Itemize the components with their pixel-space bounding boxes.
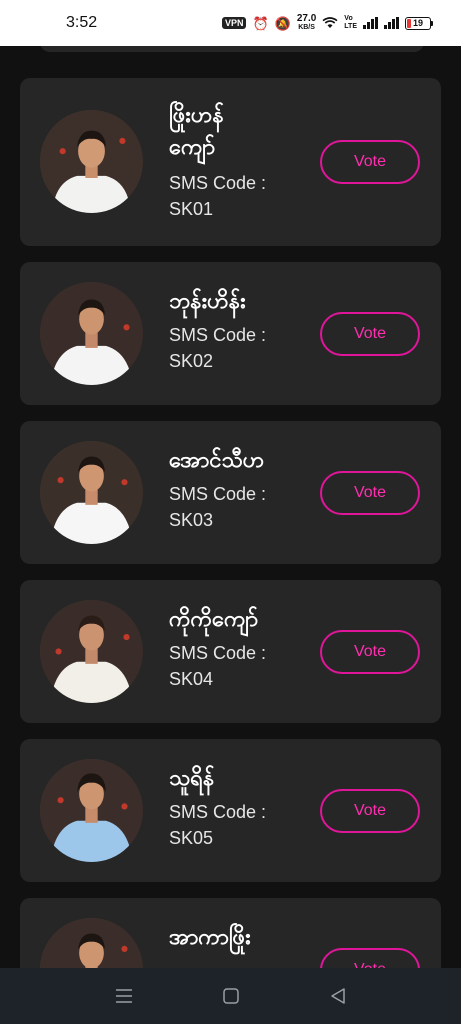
network-speed-unit: KB/S (298, 24, 315, 31)
contestant-photo (40, 759, 143, 862)
contestant-card: ဘုန်းဟိန်း SMS Code : SK02 Vote (20, 262, 441, 405)
contestant-name: သူရိန် (169, 766, 215, 791)
sms-code-value: SK04 (169, 669, 214, 689)
person-photo-icon (40, 110, 143, 213)
mute-icon: 🔕 (274, 15, 291, 31)
contestant-name: အောင်သီဟ (169, 448, 265, 473)
contestant-info: အောင်သီဟ SMS Code : SK03 (169, 445, 266, 533)
vote-button[interactable]: Vote (320, 789, 420, 833)
signal-icon-2 (384, 17, 399, 29)
wifi-icon (322, 17, 338, 28)
person-photo-icon (40, 282, 143, 385)
vote-button[interactable]: Vote (320, 630, 420, 674)
sms-code-value: SK01 (169, 199, 214, 219)
vote-button[interactable]: Vote (320, 312, 420, 356)
contestant-photo (40, 110, 143, 213)
contestant-name: ကိုကိုကျော် (169, 607, 259, 632)
sms-code-label: SMS Code : (169, 325, 267, 345)
sms-code-label: SMS Code : (169, 173, 267, 193)
contestant-card: အာကာဖြိုး Vote (20, 898, 441, 968)
contestant-info: ကိုကိုကျော် SMS Code : SK04 (169, 604, 266, 692)
network-speed-value: 27.0 (296, 13, 317, 24)
person-photo-icon (40, 600, 143, 703)
sms-code-label: SMS Code : (169, 484, 267, 504)
person-photo-icon (40, 918, 143, 968)
contestant-card: သူရိန် SMS Code : SK05 Vote (20, 739, 441, 882)
contestant-card: အောင်သီဟ SMS Code : SK03 Vote (20, 421, 441, 564)
volte-icon: Vo LTE (344, 15, 357, 31)
sms-code-label: SMS Code : (169, 643, 267, 663)
contestant-card: ကိုကိုကျော် SMS Code : SK04 Vote (20, 580, 441, 723)
status-time: 3:52 (66, 14, 98, 31)
vote-button[interactable]: Vote (320, 948, 420, 968)
contestant-name: ဘုန်းဟိန်း (169, 289, 246, 314)
contestant-photo (40, 918, 143, 968)
navigation-bar (0, 968, 461, 1024)
contestant-name: ဖြိုးဟန် (169, 103, 224, 128)
contestant-list[interactable]: ဖြိုးဟန် ကျော် SMS Code : SK01 Vote ဘုန်… (0, 0, 461, 968)
sms-code-value: SK05 (169, 828, 214, 848)
contestant-name-line2: ကျော် (169, 135, 215, 160)
contestant-photo (40, 600, 143, 703)
contestant-info: ဖြိုးဟန် ကျော် SMS Code : SK01 (169, 100, 266, 222)
recent-apps-icon[interactable] (109, 981, 139, 1011)
sms-code-label: SMS Code : (169, 802, 267, 822)
signal-icon (363, 17, 378, 29)
vpn-icon: VPN (221, 17, 247, 29)
volte-bottom: LTE (344, 23, 357, 30)
sms-code-value: SK03 (169, 510, 214, 530)
contestant-photo (40, 441, 143, 544)
battery-icon: 19 (405, 16, 433, 30)
contestant-info: ဘုန်းဟိန်း SMS Code : SK02 (169, 286, 266, 374)
contestant-name: အာကာဖြိုး (169, 925, 251, 950)
vote-button[interactable]: Vote (320, 140, 420, 184)
network-speed: 27.0 KB/S (297, 14, 316, 32)
volte-top: Vo (344, 15, 353, 22)
back-icon[interactable] (323, 981, 353, 1011)
status-icons: VPN ⏰ 🔕 27.0 KB/S Vo LTE 19 (221, 14, 433, 32)
home-icon[interactable] (216, 981, 246, 1011)
contestant-info: သူရိန် SMS Code : SK05 (169, 763, 266, 851)
sms-code-value: SK02 (169, 351, 214, 371)
person-photo-icon (40, 441, 143, 544)
contestant-card: ဖြိုးဟန် ကျော် SMS Code : SK01 Vote (20, 78, 441, 246)
vote-button[interactable]: Vote (320, 471, 420, 515)
status-bar: 3:52 VPN ⏰ 🔕 27.0 KB/S Vo LTE 19 (0, 0, 461, 46)
contestant-photo (40, 282, 143, 385)
contestant-info: အာကာဖြိုး (169, 922, 251, 958)
alarm-icon: ⏰ (252, 15, 269, 31)
battery-level: 19 (412, 18, 423, 28)
person-photo-icon (40, 759, 143, 862)
